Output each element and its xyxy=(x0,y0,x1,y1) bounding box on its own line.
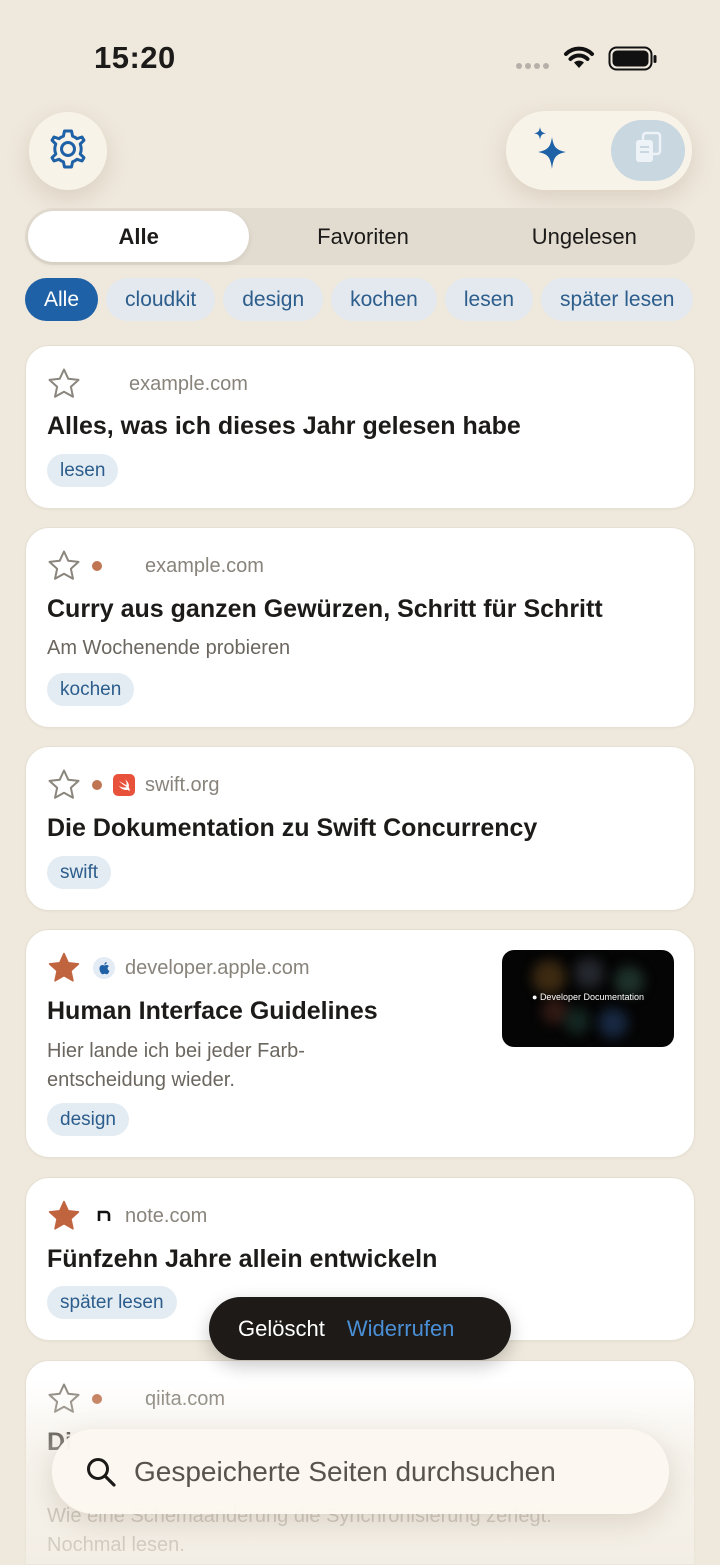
tag-chip-spaeter-lesen[interactable]: später lesen xyxy=(541,278,694,321)
bookmark-card[interactable]: developer.apple.com Human Interface Guid… xyxy=(25,929,695,1158)
card-note-line: Nochmal lesen. xyxy=(47,1534,185,1556)
star-filled-icon[interactable] xyxy=(47,1199,81,1233)
card-title: Fünfzehn Jahre allein entwickeln xyxy=(47,1245,438,1273)
page-thumbnail: ● Developer Documentation xyxy=(502,950,674,1047)
ai-suggest-button[interactable] xyxy=(526,125,578,177)
status-bar: 15:20 xyxy=(0,0,720,110)
card-tag[interactable]: später lesen xyxy=(47,1286,177,1319)
card-domain: swift.org xyxy=(145,773,220,796)
clipboard-icon xyxy=(633,131,663,170)
card-tag[interactable]: kochen xyxy=(47,673,135,706)
star-outline-icon[interactable] xyxy=(47,1382,81,1416)
card-domain: example.com xyxy=(129,372,248,395)
tag-chip-cloudkit[interactable]: cloudkit xyxy=(106,278,216,321)
unread-dot-icon xyxy=(92,561,102,571)
search-bar[interactable]: Gespeicherte Seiten durchsuchen xyxy=(52,1429,669,1514)
filter-segmented-control: Alle Favoriten Ungelesen xyxy=(25,208,695,265)
undo-button[interactable]: Widerrufen xyxy=(347,1316,455,1342)
favicon-placeholder-icon xyxy=(113,1388,135,1410)
card-title: Alles, was ich dieses Jahr gelesen habe xyxy=(47,412,521,440)
card-tag[interactable]: design xyxy=(47,1103,129,1136)
bookmark-card[interactable]: swift.org Die Dokumentation zu Swift Con… xyxy=(25,746,695,911)
card-tag[interactable]: swift xyxy=(47,856,111,889)
tag-chip-lesen[interactable]: lesen xyxy=(444,278,534,321)
search-input[interactable]: Gespeicherte Seiten durchsuchen xyxy=(134,1456,556,1488)
tag-chip-kochen[interactable]: kochen xyxy=(331,278,437,321)
favicon-placeholder-icon xyxy=(95,373,117,395)
favicon-placeholder-icon xyxy=(113,555,135,577)
thumbnail-label: ● Developer Documentation xyxy=(502,992,674,1002)
search-icon xyxy=(84,1455,118,1489)
apple-icon xyxy=(93,957,115,979)
bookmark-card[interactable]: example.com Alles, was ich dieses Jahr g… xyxy=(25,345,695,509)
undo-toast: Gelöscht Widerrufen xyxy=(209,1297,511,1360)
tag-filter-bar: Alle cloudkit design kochen lesen später lese… xyxy=(25,278,720,322)
settings-button[interactable] xyxy=(29,112,107,190)
note-icon xyxy=(93,1205,115,1227)
toast-message: Gelöscht xyxy=(238,1315,325,1341)
segment-unread[interactable]: Ungelesen xyxy=(474,208,695,265)
swift-icon xyxy=(113,774,135,796)
card-note-line: entscheidung wieder. xyxy=(47,1069,235,1091)
card-note: Hier lande ich bei jeder Farb- entscheid… xyxy=(47,1037,305,1095)
status-time: 15:20 xyxy=(94,40,176,75)
cellular-signal-icon xyxy=(516,63,549,69)
star-outline-icon[interactable] xyxy=(47,549,81,583)
action-group xyxy=(506,111,692,190)
unread-dot-icon xyxy=(92,780,102,790)
segment-all[interactable]: Alle xyxy=(28,211,250,262)
tag-chip-design[interactable]: design xyxy=(223,278,324,321)
thumbnail-title: Developer Documentation xyxy=(539,992,644,1002)
card-domain: note.com xyxy=(125,1204,208,1227)
star-outline-icon[interactable] xyxy=(47,768,81,802)
bookmark-card[interactable]: example.com Curry aus ganzen Gewürzen, S… xyxy=(25,527,695,728)
card-title: Die Dokumentation zu Swift Concurrency xyxy=(47,814,538,842)
apple-logo-icon: ● xyxy=(531,992,538,1002)
card-domain: example.com xyxy=(145,554,264,577)
card-domain: developer.apple.com xyxy=(125,956,310,979)
segment-favorites[interactable]: Favoriten xyxy=(252,208,473,265)
star-filled-icon[interactable] xyxy=(47,951,81,985)
card-note-line: Hier lande ich bei jeder Farb- xyxy=(47,1040,305,1062)
card-title: Curry aus ganzen Gewürzen, Schritt für S… xyxy=(47,595,603,623)
card-tag[interactable]: lesen xyxy=(47,454,119,487)
card-note: Am Wochenende probieren xyxy=(47,637,291,659)
wifi-icon xyxy=(562,44,596,75)
paste-link-button[interactable] xyxy=(611,120,685,181)
card-title: Human Interface Guidelines xyxy=(47,997,378,1025)
gear-icon xyxy=(46,127,90,176)
battery-icon xyxy=(608,46,658,77)
card-domain: qiita.com xyxy=(145,1387,226,1410)
unread-dot-icon xyxy=(92,1394,102,1404)
tag-chip-all[interactable]: Alle xyxy=(25,278,99,321)
sparkles-icon xyxy=(530,125,574,178)
star-outline-icon[interactable] xyxy=(47,367,81,401)
